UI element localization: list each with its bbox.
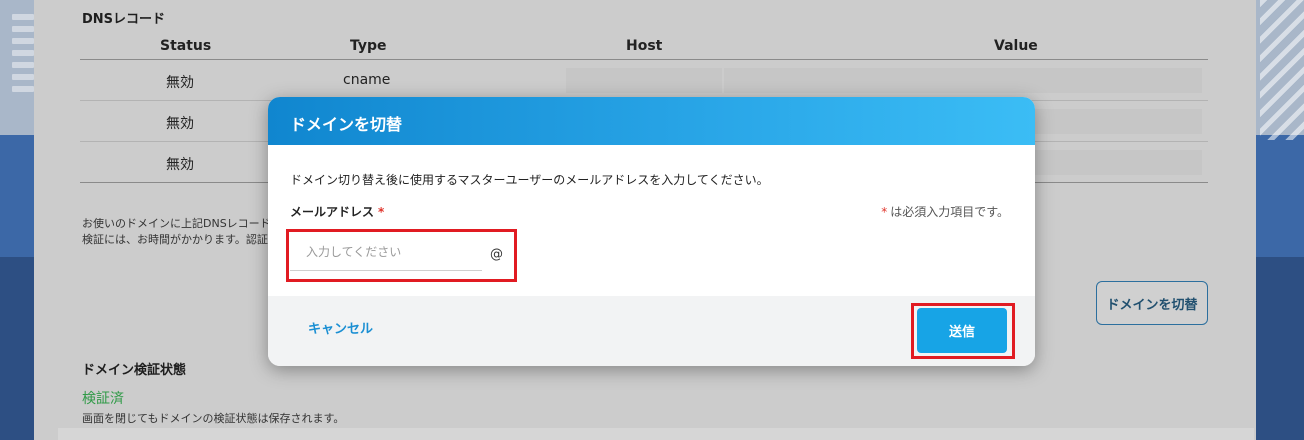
verification-status: 検証済: [82, 391, 124, 407]
row-status: 無効: [166, 116, 194, 132]
table-header: Status Type Host Value: [80, 38, 1208, 60]
email-field-label: メールアドレス *: [290, 203, 384, 220]
instruction-line: 検証には、お時間がかかります。認証をお: [82, 233, 272, 246]
row-host-cell: [566, 68, 722, 93]
column-header-status: Status: [160, 38, 212, 54]
cancel-button[interactable]: キャンセル: [308, 318, 373, 337]
dialog-description: ドメイン切り替え後に使用するマスターユーザーのメールアドレスを入力してください。: [290, 173, 769, 187]
dns-instructions: お使いのドメインに上記DNSレコードをもと 検証には、お時間がかかります。認証を…: [82, 216, 272, 248]
email-input-group: @: [290, 233, 503, 273]
row-value-cell: [724, 68, 1202, 93]
email-label-text: メールアドレス: [290, 205, 375, 219]
dialog-header: ドメインを切替: [268, 97, 1035, 145]
side-menu-icon: [12, 14, 34, 98]
email-input[interactable]: [290, 233, 482, 271]
instruction-line: お使いのドメインに上記DNSレコードをもと: [82, 217, 272, 230]
switch-domain-dialog: ドメインを切替 ドメイン切り替え後に使用するマスターユーザーのメールアドレスを入…: [268, 97, 1035, 366]
at-sign-suffix: @: [490, 247, 503, 262]
dns-records-title: DNSレコード: [82, 12, 166, 27]
column-header-value: Value: [994, 38, 1038, 54]
row-type: cname: [343, 72, 391, 88]
row-status: 無効: [166, 157, 194, 173]
table-row: 無効 cname: [80, 60, 1208, 101]
submit-button[interactable]: 送信: [917, 308, 1007, 353]
verification-title: ドメイン検証状態: [82, 363, 187, 378]
dialog-footer: キャンセル 送信: [268, 296, 1035, 366]
decorative-stripes: [1260, 0, 1304, 140]
card-footer-strip: [58, 428, 1254, 440]
switch-domain-button[interactable]: ドメインを切替: [1096, 281, 1208, 325]
dialog-title: ドメインを切替: [290, 115, 403, 134]
required-asterisk: *: [881, 205, 888, 219]
column-header-host: Host: [626, 38, 663, 54]
required-asterisk: *: [378, 205, 385, 219]
required-note-text: は必須入力項目です。: [890, 205, 1009, 219]
column-header-type: Type: [350, 38, 387, 54]
verification-note: 画面を閉じてもドメインの検証状態は保存されます。: [82, 412, 345, 425]
required-field-note: * は必須入力項目です。: [881, 203, 1009, 220]
row-status: 無効: [166, 75, 194, 91]
